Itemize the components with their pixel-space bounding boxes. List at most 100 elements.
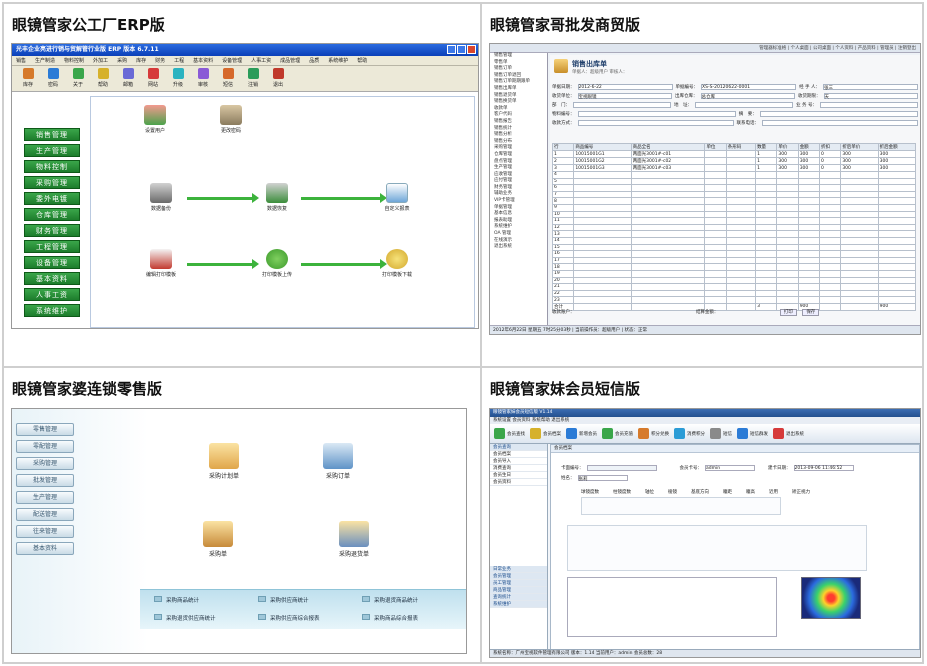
menu-item[interactable]: 外加工 bbox=[93, 56, 108, 65]
table-cell[interactable] bbox=[725, 217, 757, 225]
tree-item[interactable]: 基本信息 bbox=[494, 211, 547, 218]
table-cell[interactable] bbox=[877, 203, 917, 212]
table-cell[interactable] bbox=[630, 243, 706, 252]
sidebar-module-button[interactable]: 工程管理 bbox=[24, 240, 80, 253]
table-cell[interactable] bbox=[776, 243, 799, 252]
toolbar-button[interactable]: 退出 bbox=[268, 66, 288, 91]
table-cell[interactable] bbox=[755, 184, 778, 192]
table-cell[interactable] bbox=[725, 269, 757, 278]
nav-group[interactable]: 商品管理 bbox=[490, 587, 547, 594]
table-cell[interactable] bbox=[630, 296, 706, 304]
date-field[interactable]: 2013-09-06 11:46:52 bbox=[793, 465, 854, 471]
table-cell[interactable] bbox=[840, 256, 879, 265]
table-cell[interactable] bbox=[725, 243, 757, 252]
table-cell[interactable]: 14 bbox=[551, 236, 575, 245]
table-cell[interactable] bbox=[840, 296, 879, 304]
table-row[interactable]: 2 10015001G2 两面光3001#-c02 1 300 300 0 300 300 bbox=[551, 157, 917, 165]
table-cell[interactable] bbox=[725, 289, 757, 298]
nav-item[interactable]: 会员查询 bbox=[490, 444, 547, 451]
menu-item[interactable]: 采购 bbox=[117, 56, 127, 65]
table-row[interactable]: 14 bbox=[551, 236, 917, 245]
toolbar-button[interactable]: 短信 bbox=[218, 66, 238, 91]
table-cell[interactable] bbox=[797, 256, 821, 265]
sidebar-module-button[interactable]: 财务管理 bbox=[24, 224, 80, 237]
table-cell[interactable] bbox=[840, 276, 879, 285]
table-cell[interactable] bbox=[797, 190, 821, 199]
table-cell[interactable] bbox=[704, 150, 727, 158]
table-cell[interactable] bbox=[818, 236, 842, 245]
tree-item[interactable]: 应付管理 bbox=[494, 178, 547, 185]
table-cell[interactable] bbox=[704, 223, 727, 232]
table-cell[interactable] bbox=[704, 250, 727, 258]
table-row[interactable]: 22 bbox=[551, 289, 917, 298]
tree-item[interactable]: 销售换货单 bbox=[494, 99, 547, 106]
toolbar-button[interactable]: 帮助 bbox=[93, 66, 113, 91]
table-cell[interactable] bbox=[818, 243, 842, 252]
nav-group[interactable]: 员工管理 bbox=[490, 580, 547, 587]
table-cell[interactable] bbox=[755, 289, 778, 298]
table-cell[interactable] bbox=[776, 217, 799, 225]
table-cell[interactable] bbox=[818, 230, 842, 238]
table-cell[interactable] bbox=[725, 164, 757, 172]
table-cell[interactable]: 两面光3001#-c01 bbox=[630, 150, 706, 158]
table-cell[interactable] bbox=[797, 236, 821, 245]
member-no-field[interactable] bbox=[586, 465, 657, 471]
table-row[interactable]: 11 bbox=[551, 217, 917, 225]
table-cell[interactable]: 10 bbox=[551, 210, 575, 219]
table-cell[interactable]: 22 bbox=[551, 289, 575, 298]
sidebar-module-button[interactable]: 零配管理 bbox=[16, 440, 74, 453]
table-cell[interactable] bbox=[573, 230, 632, 238]
report-link[interactable]: 采购退货供应商统计 bbox=[154, 614, 216, 622]
table-cell[interactable] bbox=[818, 171, 842, 179]
nav-group[interactable]: 日常业务 bbox=[490, 566, 547, 573]
table-row[interactable]: 9 bbox=[551, 203, 917, 212]
table-cell[interactable] bbox=[630, 217, 706, 225]
table-cell[interactable] bbox=[630, 263, 706, 271]
table-cell[interactable]: 300 bbox=[776, 157, 799, 165]
table-cell[interactable] bbox=[573, 269, 632, 278]
table-cell[interactable] bbox=[840, 217, 879, 225]
table-cell[interactable] bbox=[704, 256, 727, 265]
table-cell[interactable] bbox=[573, 283, 632, 291]
table-cell[interactable] bbox=[725, 236, 757, 245]
table-cell[interactable] bbox=[877, 283, 917, 291]
sidebar-module-button[interactable]: 采购管理 bbox=[24, 176, 80, 189]
table-cell[interactable] bbox=[877, 184, 917, 192]
memo-field[interactable] bbox=[759, 111, 918, 117]
table-cell[interactable]: 17 bbox=[551, 256, 575, 265]
warehouse-field[interactable]: 总仓库 bbox=[700, 93, 795, 100]
table-cell[interactable] bbox=[704, 190, 727, 199]
table-cell[interactable] bbox=[776, 289, 799, 298]
table-cell[interactable] bbox=[840, 203, 879, 212]
tree-item[interactable]: 仓库管理 bbox=[494, 152, 547, 159]
toolbar-button[interactable]: 会员充值 bbox=[602, 428, 633, 439]
toolbar-button[interactable]: 库存 bbox=[18, 66, 38, 91]
table-cell[interactable] bbox=[840, 210, 879, 219]
nav-item[interactable]: 消费查询 bbox=[490, 465, 547, 472]
sidebar-module-button[interactable]: 生产管理 bbox=[24, 144, 80, 157]
table-cell[interactable] bbox=[776, 283, 799, 291]
table-cell[interactable] bbox=[818, 190, 842, 199]
menu-item[interactable]: 库存 bbox=[136, 56, 146, 65]
table-row[interactable]: 23 bbox=[551, 296, 917, 304]
sidebar-module-button[interactable]: 配送管理 bbox=[16, 508, 74, 521]
tree-item[interactable]: 销售出库单 bbox=[494, 86, 547, 93]
table-cell[interactable]: 10015001G1 bbox=[573, 150, 632, 158]
table-cell[interactable] bbox=[573, 203, 632, 212]
table-row[interactable]: 18 bbox=[551, 263, 917, 271]
table-cell[interactable]: 8 bbox=[551, 197, 575, 205]
sidebar-module-button[interactable]: 委外电镀 bbox=[24, 192, 80, 205]
table-cell[interactable] bbox=[725, 223, 757, 232]
table-cell[interactable] bbox=[818, 197, 842, 205]
table-cell[interactable] bbox=[797, 243, 821, 252]
table-cell[interactable] bbox=[704, 276, 727, 285]
table-cell[interactable]: 0 bbox=[818, 157, 842, 165]
table-cell[interactable] bbox=[755, 250, 778, 258]
table-cell[interactable] bbox=[630, 210, 706, 219]
table-cell[interactable] bbox=[877, 171, 917, 179]
table-row[interactable]: 17 bbox=[551, 256, 917, 265]
table-cell[interactable]: 300 bbox=[840, 157, 879, 165]
table-cell[interactable] bbox=[776, 263, 799, 271]
sidebar-module-button[interactable]: 批发管理 bbox=[16, 474, 74, 487]
number-field[interactable]: XS-S-20120622-0001 bbox=[701, 84, 797, 90]
